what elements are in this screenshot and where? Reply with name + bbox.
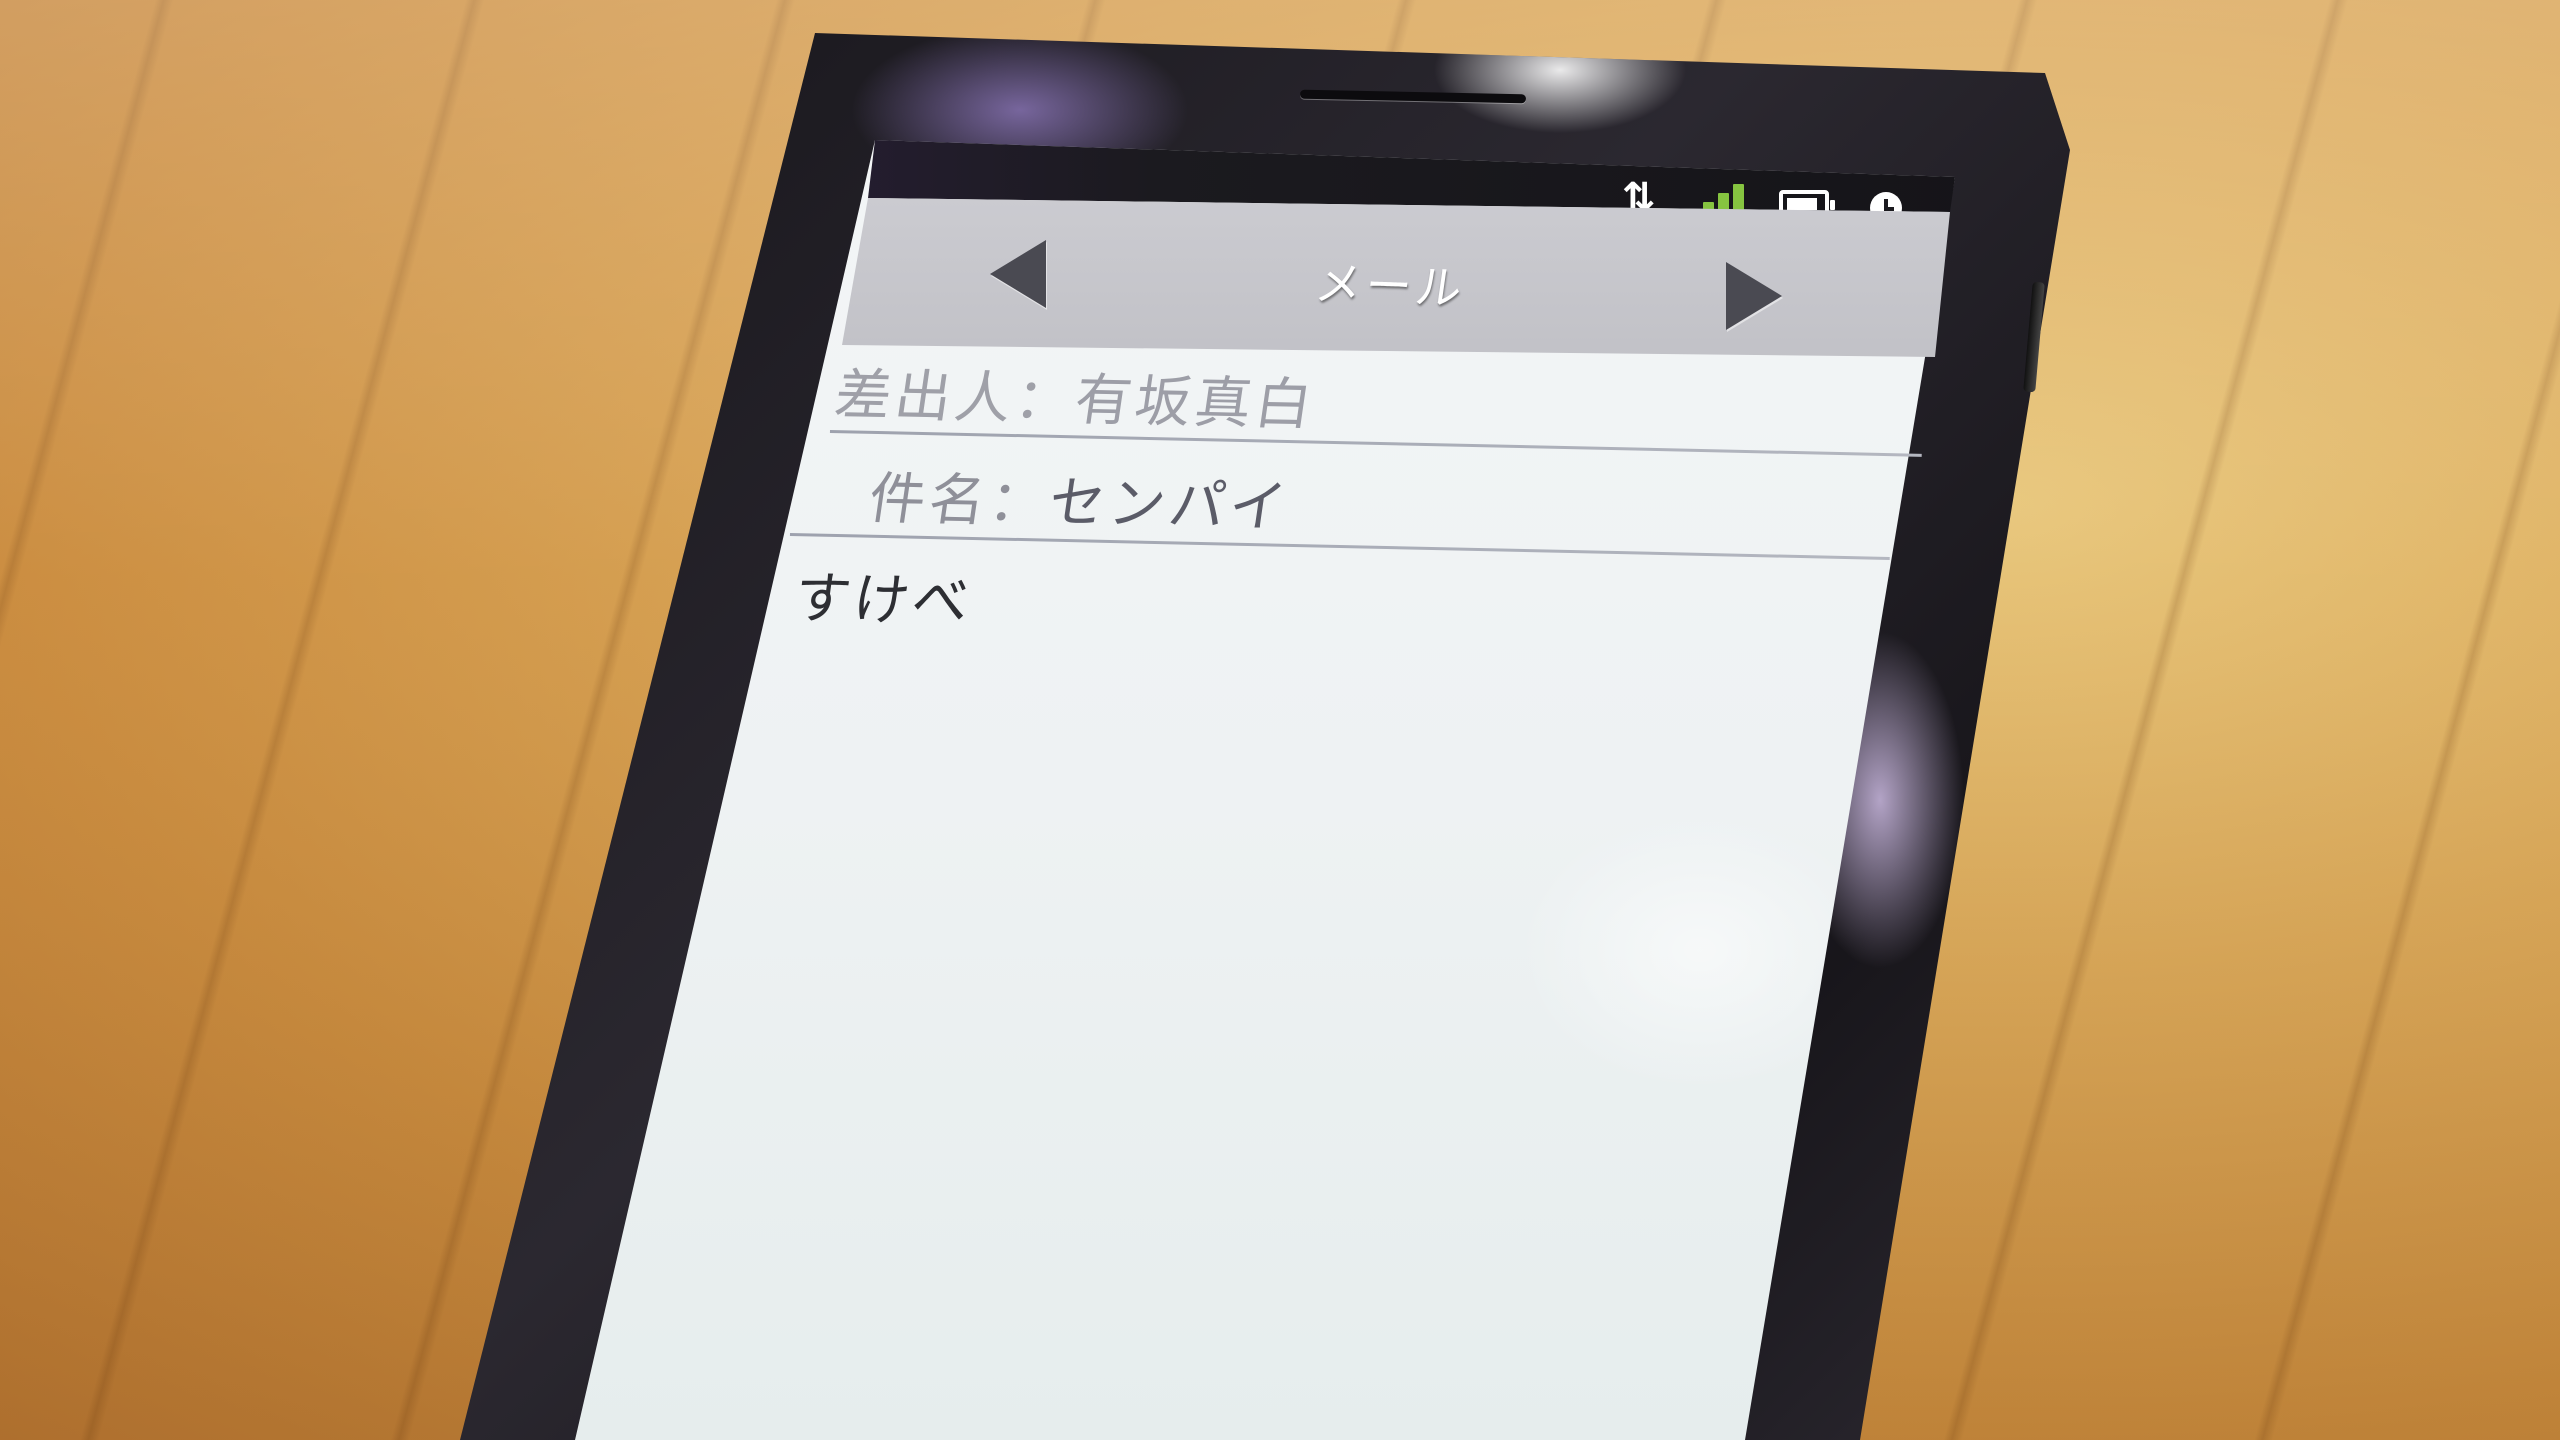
subject-value: センパイ xyxy=(1044,470,1294,541)
subject-field: 件名：センパイ xyxy=(864,454,1296,544)
sender-field: 差出人：有坂真白 xyxy=(830,350,1322,441)
phone-device: ⇅ メール 差出人：有坂真白 件名：センパイ すけべ xyxy=(0,0,2560,1440)
next-arrow-icon[interactable] xyxy=(1726,262,1782,330)
mail-body: すけべ xyxy=(789,566,976,635)
sender-value: 有坂真白 xyxy=(1070,368,1320,438)
subject-label: 件名： xyxy=(864,466,1054,536)
screen-title: メール xyxy=(1311,256,1470,316)
sender-label: 差出人： xyxy=(830,363,1080,433)
prev-arrow-icon[interactable] xyxy=(990,240,1046,308)
